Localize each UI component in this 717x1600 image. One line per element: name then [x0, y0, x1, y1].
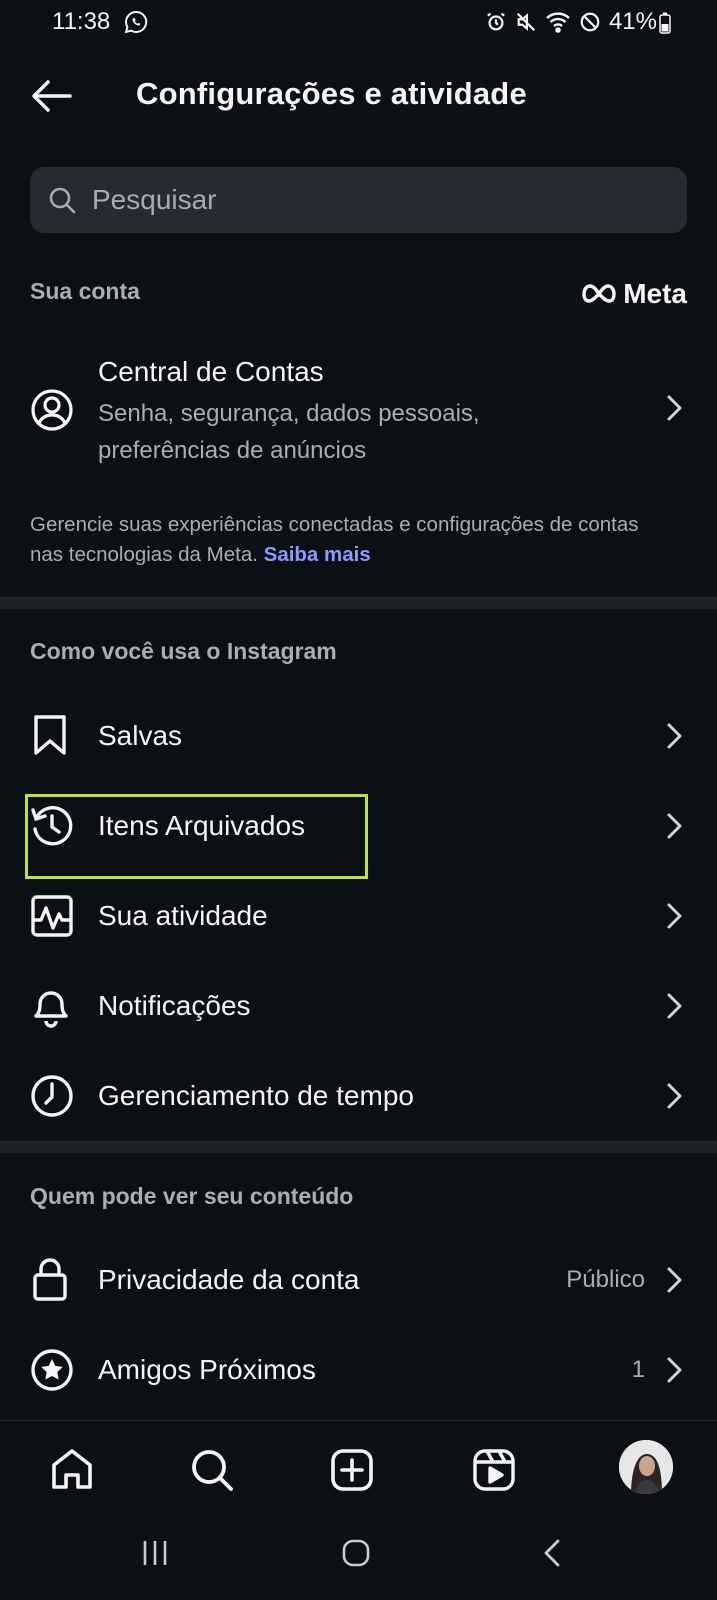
mute-icon	[515, 11, 537, 33]
section-label-your-account: Sua conta	[30, 278, 140, 304]
section-label-who-can-see: Quem pode ver seu conteúdo	[30, 1183, 354, 1209]
chevron-right-icon	[665, 902, 683, 930]
meta-logo: Meta	[581, 278, 687, 310]
whatsapp-icon	[124, 10, 148, 34]
menu-item-label: Sua atividade	[98, 900, 268, 931]
accounts-center-subtitle-2: preferências de anúncios	[98, 437, 367, 464]
accounts-center-title: Central de Contas	[98, 356, 324, 387]
chevron-right-icon	[665, 992, 683, 1020]
chevron-right-icon	[665, 1082, 683, 1110]
menu-item-account-privacy[interactable]: Privacidade da conta Público	[0, 1236, 717, 1324]
search-icon[interactable]	[190, 1448, 234, 1492]
privacy-value: Público	[566, 1266, 645, 1293]
back-button[interactable]	[30, 78, 74, 114]
bell-icon	[30, 984, 72, 1028]
menu-item-close-friends[interactable]: Amigos Próximos 1	[0, 1326, 717, 1414]
home-button-icon[interactable]	[341, 1538, 371, 1568]
menu-item-saved[interactable]: Salvas	[0, 692, 717, 780]
lock-icon	[30, 1256, 70, 1302]
menu-item-notifications[interactable]: Notificações	[0, 962, 717, 1050]
status-bar: 11:38 41%	[0, 0, 717, 44]
reels-icon[interactable]	[472, 1448, 516, 1492]
wifi-icon	[545, 11, 571, 33]
search-input[interactable]	[90, 183, 654, 217]
home-icon[interactable]	[50, 1448, 94, 1490]
accounts-center-subtitle-1: Senha, segurança, dados pessoais,	[98, 400, 480, 427]
recent-apps-icon[interactable]	[140, 1538, 170, 1568]
chevron-right-icon	[665, 394, 683, 422]
search-icon	[48, 186, 76, 214]
chevron-right-icon	[665, 812, 683, 840]
profile-avatar[interactable]	[617, 1438, 675, 1496]
close-friends-count: 1	[631, 1356, 645, 1383]
bookmark-icon	[30, 714, 70, 756]
menu-item-label: Amigos Próximos	[98, 1354, 316, 1385]
battery-percent: 41%	[608, 8, 657, 35]
highlight-box	[25, 794, 368, 879]
search-bar[interactable]	[30, 167, 687, 233]
activity-icon	[30, 894, 74, 938]
meta-infinity-icon	[582, 284, 616, 303]
section-divider	[0, 597, 717, 609]
arrow-left-icon	[32, 80, 72, 112]
do-not-disturb-icon	[579, 11, 601, 33]
user-circle-icon	[30, 388, 74, 432]
menu-item-label: Notificações	[98, 990, 251, 1021]
section-label-how-you-use: Como você usa o Instagram	[30, 638, 337, 664]
star-circle-icon	[30, 1348, 74, 1392]
page-title: Configurações e atividade	[136, 76, 527, 111]
meta-logo-text: Meta	[623, 278, 687, 309]
section-divider	[0, 1141, 717, 1153]
alarm-icon	[485, 11, 507, 33]
menu-item-label: Salvas	[98, 720, 183, 751]
chevron-right-icon	[665, 722, 683, 750]
menu-item-activity[interactable]: Sua atividade	[0, 872, 717, 960]
battery-icon	[659, 12, 671, 34]
accounts-center-item[interactable]: Central de Contas Senha, segurança, dado…	[0, 350, 717, 480]
menu-item-time-management[interactable]: Gerenciamento de tempo	[0, 1052, 717, 1140]
clock-icon	[30, 1074, 74, 1118]
chevron-right-icon	[665, 1266, 683, 1294]
chevron-right-icon	[665, 1356, 683, 1384]
accounts-center-note: Gerencie suas experiências conectadas e …	[30, 510, 670, 570]
menu-item-label: Privacidade da conta	[98, 1264, 360, 1295]
create-icon[interactable]	[330, 1448, 374, 1492]
menu-item-label: Gerenciamento de tempo	[98, 1080, 414, 1111]
status-icons: 41%	[485, 8, 657, 36]
status-time: 11:38	[52, 8, 111, 35]
back-navigation-icon[interactable]	[540, 1538, 564, 1568]
learn-more-link[interactable]: Saiba mais	[264, 543, 371, 566]
